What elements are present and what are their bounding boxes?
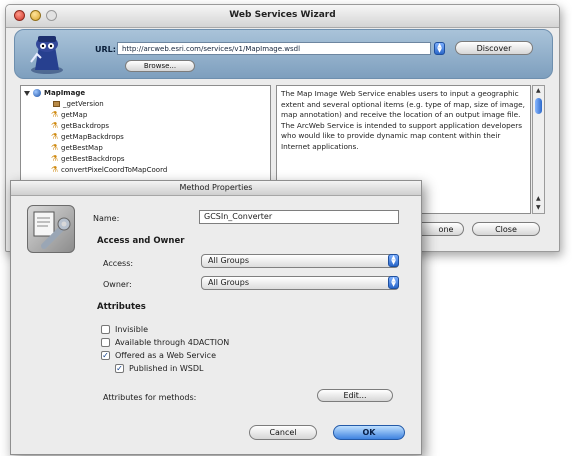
url-label: URL: [95,45,116,54]
tree-item-label: convertPixelCoordToMapCoord [61,166,168,174]
tree-item-label: MapImage [44,89,86,97]
method-icon: ⚗ [51,143,59,152]
scroll-down-arrow-icon[interactable]: ▲ [536,195,541,202]
cancel-button[interactable]: Cancel [249,425,317,440]
available-4daction-checkbox[interactable] [101,338,110,347]
method-icon: ⚗ [51,110,59,119]
invisible-label: Invisible [115,325,148,334]
tree-row[interactable]: ⚗ getBestMap [51,143,103,153]
method-icon: ⚗ [51,132,59,141]
scroll-down-arrow-icon-2[interactable]: ▼ [536,204,541,211]
tree-row[interactable]: ⚗ getMapBackdrops [51,132,124,142]
access-popup[interactable]: All Groups ▲ ▼ [201,254,399,268]
url-panel: URL: http://arcweb.esri.com/services/v1/… [14,29,553,79]
tree-item-label: getMapBackdrops [61,133,124,141]
attributes-heading: Attributes [97,302,146,312]
access-label: Access: [103,259,134,268]
url-history-popup-icon[interactable]: ▲ ▼ [434,42,445,55]
tree-item-label: getBestMap [61,144,103,152]
disclosure-triangle-icon[interactable] [24,90,30,96]
available-4daction-label: Available through 4DACTION [115,338,230,347]
method-icon: ⚗ [51,165,59,174]
method-properties-dialog: Method Properties Name: GCSIn_Converter … [10,180,422,455]
wrench-document-icon [33,211,71,249]
method-name-field[interactable]: GCSIn_Converter [199,210,399,224]
window-title: Web Services Wizard [229,10,336,20]
tree-item-label: getMap [61,111,88,119]
tree-row[interactable]: ⚗ getMap [51,110,87,120]
edit-attributes-button[interactable]: Edit... [317,389,393,402]
discover-button[interactable]: Discover [455,41,533,55]
invisible-checkbox[interactable] [101,325,110,334]
tree-item-label: getBestBackdrops [61,155,125,163]
document-icon [53,101,60,107]
published-wsdl-label: Published in WSDL [129,364,204,373]
offered-web-service-checkbox[interactable]: ✓ [101,351,110,360]
owner-popup-arrows-icon[interactable]: ▲ ▼ [388,276,399,289]
scroll-up-arrow-icon[interactable]: ▲ [536,87,541,94]
published-wsdl-checkbox[interactable]: ✓ [115,364,124,373]
owner-label: Owner: [103,280,132,289]
method-icon: ⚗ [51,121,59,130]
tree-row[interactable]: ⚗ getBestBackdrops [51,154,125,164]
dialog-title: Method Properties [179,183,253,192]
method-icon: ⚗ [51,154,59,163]
owner-popup-value: All Groups [208,278,249,287]
url-field[interactable]: http://arcweb.esri.com/services/v1/MapIm… [117,42,431,55]
globe-icon [33,89,41,97]
offered-web-service-label: Offered as a Web Service [115,351,216,360]
wizard-logo-icon [30,36,63,74]
tree-item-label: getBackdrops [61,122,110,130]
description-scrollbar[interactable]: ▲ ▲ ▼ [532,85,545,214]
access-popup-value: All Groups [208,256,249,265]
tree-row-service[interactable]: MapImage [24,88,85,98]
tree-row[interactable]: ⚗ getBackdrops [51,121,109,131]
name-label: Name: [93,214,120,223]
close-button[interactable]: Close [472,222,540,236]
attributes-for-methods-label: Attributes for methods: [103,393,197,402]
dialog-title-bar[interactable]: Method Properties [11,181,421,196]
partially-hidden-button-label: one [438,225,454,234]
access-owner-heading: Access and Owner [97,236,185,246]
owner-popup[interactable]: All Groups ▲ ▼ [201,276,399,290]
tree-row[interactable]: ⚗ convertPixelCoordToMapCoord [51,165,167,175]
scroll-thumb[interactable] [535,98,542,114]
tree-item-label: _getVersion [63,100,104,108]
browse-button[interactable]: Browse... [125,60,195,72]
title-bar[interactable]: Web Services Wizard [6,5,559,28]
ok-button[interactable]: OK [333,425,405,440]
tree-row[interactable]: _getVersion [53,99,104,109]
methods-tree[interactable]: MapImage _getVersion ⚗ getMap ⚗ getBackdro… [20,85,271,185]
method-properties-icon [27,205,75,253]
access-popup-arrows-icon[interactable]: ▲ ▼ [388,254,399,267]
